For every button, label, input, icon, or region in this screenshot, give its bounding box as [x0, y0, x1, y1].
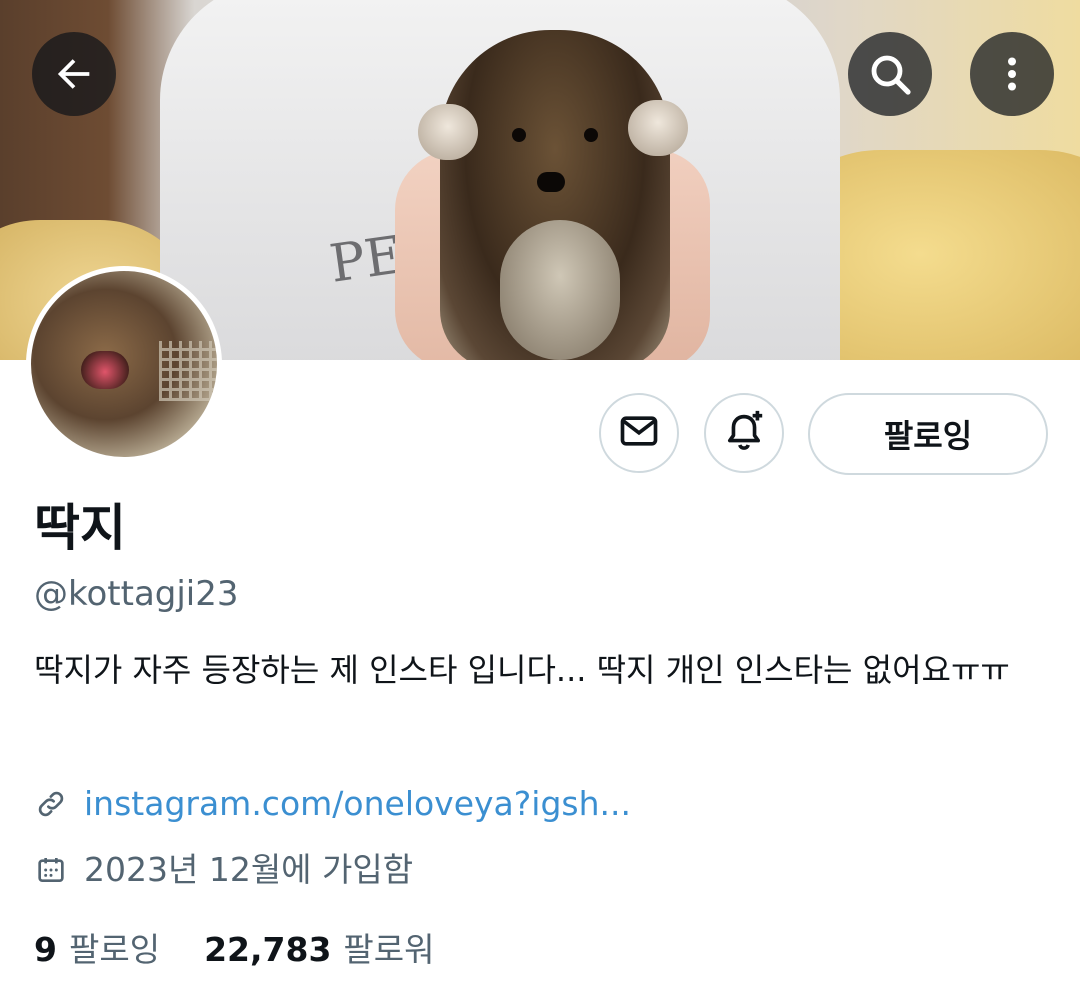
following-stat[interactable]: 9 팔로잉	[34, 924, 160, 976]
following-button[interactable]: 팔로잉	[808, 393, 1048, 475]
notify-button[interactable]	[704, 393, 784, 473]
profile-bio: 딱지가 자주 등장하는 제 인스타 입니다... 딱지 개인 인스타는 없어요ㅠ…	[34, 651, 1010, 689]
profile-website-link[interactable]: instagram.com/oneloveya?igsh...	[84, 780, 631, 828]
avatar-dog-mouth	[81, 351, 129, 389]
followers-stat[interactable]: 22,783 팔로워	[204, 924, 434, 976]
follow-stats: 9 팔로잉 22,783 팔로워	[34, 924, 435, 976]
banner-puppy-belly	[500, 220, 620, 360]
banner-puppy-nose	[537, 172, 565, 192]
banner-puppy-eye-left	[512, 128, 526, 142]
message-button[interactable]	[599, 393, 679, 473]
envelope-icon	[617, 409, 661, 457]
banner-puppy-eye-right	[584, 128, 598, 142]
more-options-button[interactable]	[970, 32, 1054, 116]
back-button[interactable]	[32, 32, 116, 116]
avatar-image	[31, 271, 217, 457]
search-button[interactable]	[848, 32, 932, 116]
following-count: 9	[34, 930, 57, 969]
more-vertical-icon	[992, 52, 1032, 96]
banner-paw-right	[628, 100, 688, 156]
search-icon	[866, 50, 914, 98]
banner-paw-left	[418, 104, 478, 160]
avatar-fence	[159, 341, 217, 401]
followers-count: 22,783	[204, 930, 332, 969]
profile-name: 딱지	[34, 499, 126, 557]
profile-handle: @kottagji23	[34, 574, 239, 614]
followers-label: 팔로워	[343, 930, 435, 969]
avatar[interactable]	[26, 266, 222, 462]
link-icon	[34, 787, 68, 821]
profile-joined-row: 2023년 12월에 가입함	[34, 846, 413, 894]
arrow-left-icon	[51, 51, 97, 97]
bell-plus-icon	[721, 408, 767, 458]
following-label: 팔로잉	[68, 930, 161, 969]
calendar-icon	[34, 853, 68, 887]
profile-joined-date: 2023년 12월에 가입함	[84, 850, 414, 889]
profile-link-row: instagram.com/oneloveya?igsh...	[34, 780, 631, 828]
